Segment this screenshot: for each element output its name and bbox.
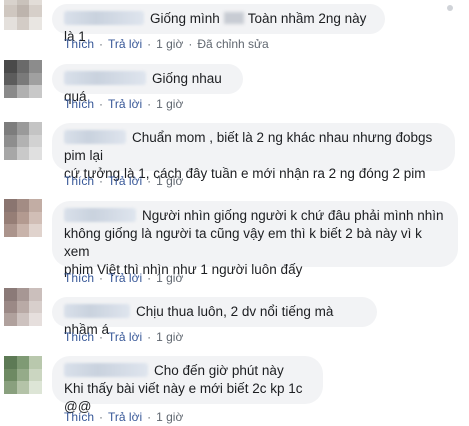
timestamp[interactable]: 1 giờ (156, 174, 183, 188)
comment-actions: Thích · Trả lời · 1 giờ (64, 330, 184, 344)
comment-line-1: Cho đến giờ phút này (154, 363, 284, 378)
like-link[interactable]: Thích (64, 37, 94, 51)
commenter-name[interactable] (64, 363, 148, 377)
reply-link[interactable]: Trả lời (108, 174, 142, 188)
avatar[interactable] (4, 122, 42, 160)
reply-link[interactable]: Trả lời (108, 97, 142, 111)
commenter-name[interactable] (64, 304, 130, 318)
reply-link[interactable]: Trả lời (108, 410, 142, 424)
timestamp[interactable]: 1 giờ (156, 37, 183, 51)
comment-line-2: không giống là người ta cũng vậy em thì … (64, 226, 422, 259)
comment-bubble: Cho đến giờ phút này Khi thấy bài viết n… (52, 356, 323, 414)
avatar[interactable] (4, 0, 42, 30)
avatar[interactable] (4, 288, 42, 326)
timestamp[interactable]: 1 giờ (156, 97, 183, 111)
reply-link[interactable]: Trả lời (108, 271, 142, 285)
comment-bubble: Người nhìn giống người k chứ đâu phải mì… (52, 201, 458, 277)
avatar[interactable] (4, 60, 42, 98)
reply-link[interactable]: Trả lời (108, 37, 142, 51)
edited-label[interactable]: Đã chỉnh sửa (197, 37, 268, 51)
commenter-name[interactable] (64, 11, 144, 25)
comment-bubble: Chịu thua luôn, 2 dv nổi tiếng mà nhầm á (52, 297, 377, 337)
redacted-mention (223, 12, 244, 24)
like-link[interactable]: Thích (64, 271, 94, 285)
avatar[interactable] (4, 199, 42, 237)
timestamp[interactable]: 1 giờ (156, 330, 183, 344)
scroll-indicator (447, 5, 453, 11)
timestamp[interactable]: 1 giờ (156, 410, 183, 424)
comment-actions: Thích · Trả lời · 1 giờ · Đã chỉnh sửa (64, 37, 269, 51)
commenter-name[interactable] (64, 71, 146, 85)
timestamp[interactable]: 1 giờ (156, 271, 183, 285)
comment-text-a: Giống mình (150, 11, 220, 26)
commenter-name[interactable] (64, 130, 126, 144)
comment-bubble: Giống nhau quá (52, 64, 243, 104)
comment-actions: Thích · Trả lời · 1 giờ (64, 97, 184, 111)
avatar[interactable] (4, 356, 42, 394)
comment-actions: Thích · Trả lời · 1 giờ (64, 174, 184, 188)
reply-link[interactable]: Trả lời (108, 330, 142, 344)
comment-actions: Thích · Trả lời · 1 giờ (64, 271, 184, 285)
comment-bubble: Giống mình Toàn nhầm 2ng này là 1 (52, 4, 385, 44)
like-link[interactable]: Thích (64, 174, 94, 188)
comment-bubble: Chuẩn mom , biết là 2 ng khác nhau nhưng… (52, 123, 455, 181)
like-link[interactable]: Thích (64, 330, 94, 344)
like-link[interactable]: Thích (64, 410, 94, 424)
commenter-name[interactable] (64, 208, 136, 222)
comment-actions: Thích · Trả lời · 1 giờ (64, 410, 184, 424)
comment-line-1: Người nhìn giống người k chứ đâu phải mì… (142, 208, 444, 223)
like-link[interactable]: Thích (64, 97, 94, 111)
